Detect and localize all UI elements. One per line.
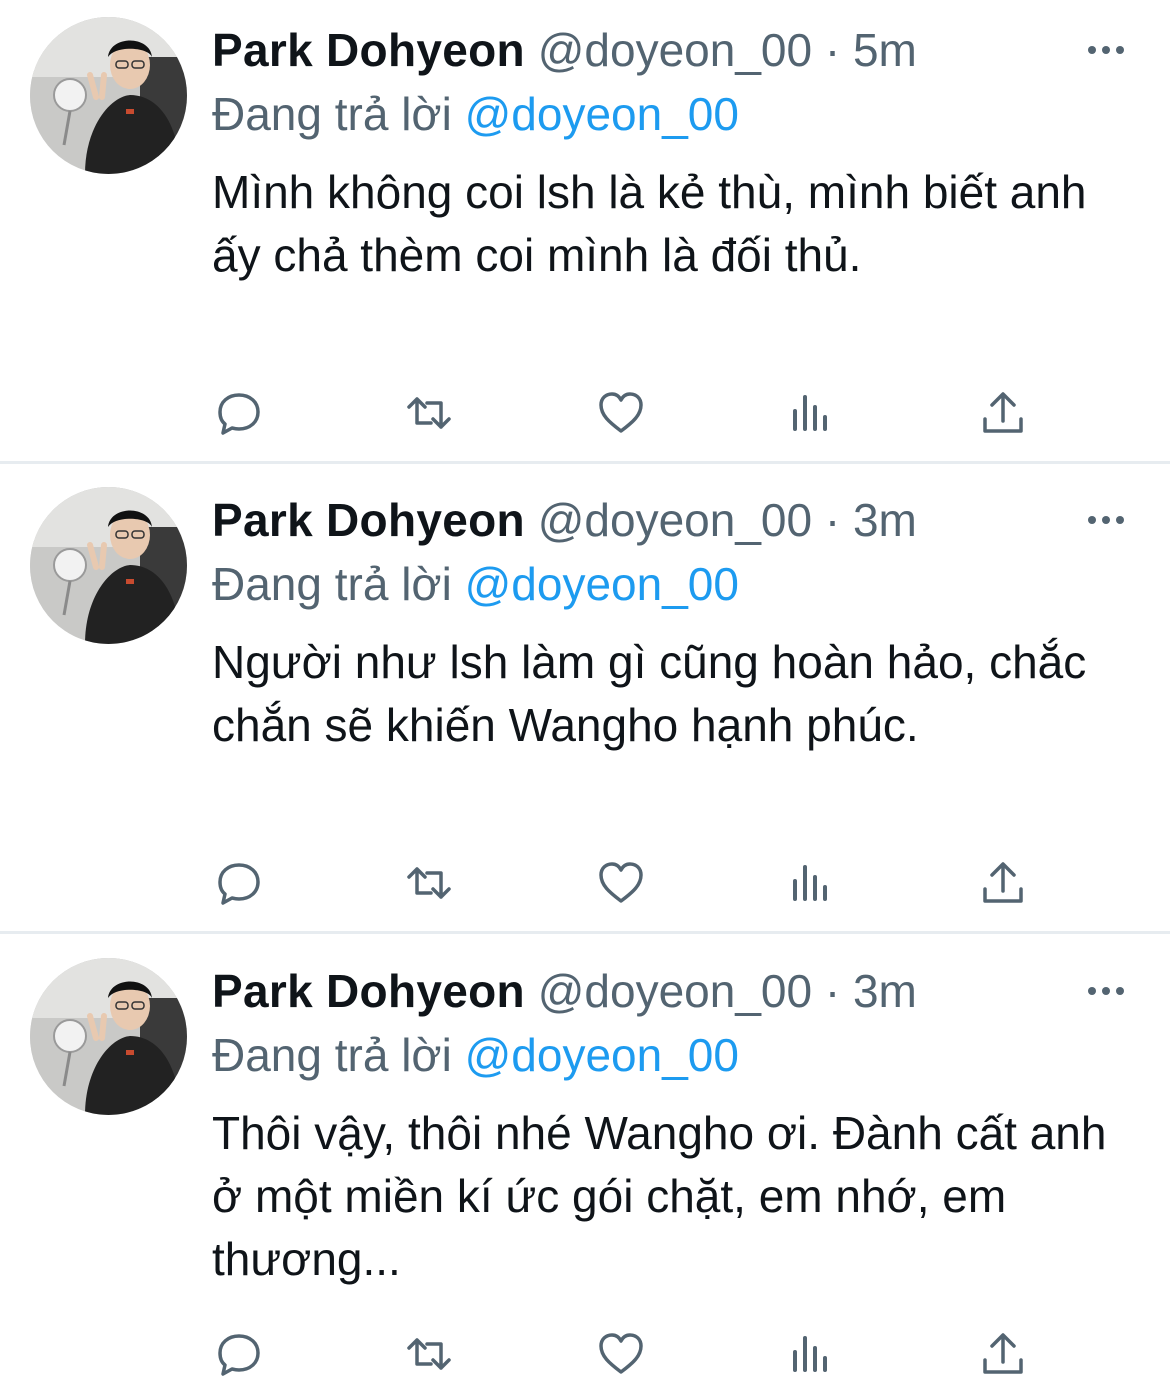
tweet-actions	[212, 856, 1052, 912]
author-handle[interactable]: @doyeon_00	[538, 965, 812, 1017]
analytics-bars-icon	[793, 865, 827, 901]
more-options-button[interactable]	[1086, 981, 1126, 1001]
avatar[interactable]	[30, 17, 187, 174]
more-options-button[interactable]	[1086, 510, 1126, 530]
reply-button[interactable]	[212, 386, 266, 440]
reply-bubble-icon	[218, 393, 260, 435]
like-button[interactable]	[594, 856, 648, 910]
more-dots-icon	[1088, 46, 1124, 54]
replying-to-line: Đang trả lời @doyeon_00	[212, 1027, 739, 1083]
reply-bubble-icon	[218, 863, 260, 905]
replying-prefix: Đang trả lời	[212, 558, 452, 610]
replying-to-mention[interactable]: @doyeon_00	[465, 1029, 739, 1081]
share-button[interactable]	[976, 1327, 1030, 1381]
retweet-button[interactable]	[402, 386, 456, 440]
reply-button[interactable]	[212, 856, 266, 910]
analytics-bars-icon	[793, 1336, 827, 1372]
tweet-thread: Park Dohyeon @doyeon_00 · 5m Đang trả lờ…	[0, 0, 1170, 1387]
heart-icon	[599, 1333, 643, 1374]
replying-prefix: Đang trả lời	[212, 1029, 452, 1081]
share-upload-icon	[983, 862, 1023, 903]
retweet-button[interactable]	[402, 1327, 456, 1381]
retweet-icon	[407, 397, 451, 429]
analytics-button[interactable]	[784, 856, 838, 910]
author-name[interactable]: Park Dohyeon	[212, 965, 525, 1017]
replying-to-mention[interactable]: @doyeon_00	[465, 88, 739, 140]
author-name[interactable]: Park Dohyeon	[212, 24, 525, 76]
replying-to-mention[interactable]: @doyeon_00	[465, 558, 739, 610]
timestamp[interactable]: 5m	[853, 24, 917, 76]
retweet-icon	[407, 1338, 451, 1370]
replying-prefix: Đang trả lời	[212, 88, 452, 140]
tweet-1[interactable]: Park Dohyeon @doyeon_00 · 5m Đang trả lờ…	[0, 0, 1170, 464]
tweet-3[interactable]: Park Dohyeon @doyeon_00 · 3m Đang trả lờ…	[0, 941, 1170, 1387]
author-name[interactable]: Park Dohyeon	[212, 494, 525, 546]
more-options-button[interactable]	[1086, 40, 1126, 60]
timestamp[interactable]: 3m	[853, 965, 917, 1017]
separator-dot: ·	[824, 494, 841, 546]
heart-icon	[599, 392, 643, 433]
tweet-text: Người như lsh làm gì cũng hoàn hảo, chắc…	[212, 636, 1087, 751]
tweet-header: Park Dohyeon @doyeon_00 · 3m	[212, 963, 917, 1019]
retweet-button[interactable]	[402, 856, 456, 910]
tweet-actions	[212, 386, 1052, 442]
more-dots-icon	[1088, 516, 1124, 524]
author-handle[interactable]: @doyeon_00	[538, 494, 812, 546]
analytics-bars-icon	[793, 395, 827, 431]
reply-button[interactable]	[212, 1327, 266, 1381]
heart-icon	[599, 862, 643, 903]
replying-to-line: Đang trả lời @doyeon_00	[212, 86, 739, 142]
tweet-header: Park Dohyeon @doyeon_00 · 3m	[212, 492, 917, 548]
like-button[interactable]	[594, 386, 648, 440]
replying-to-line: Đang trả lời @doyeon_00	[212, 556, 739, 612]
like-button[interactable]	[594, 1327, 648, 1381]
separator-dot: ·	[824, 24, 841, 76]
share-upload-icon	[983, 392, 1023, 433]
tweet-text: Thôi vậy, thôi nhé Wangho ơi. Đành cất a…	[212, 1107, 1107, 1285]
separator-dot: ·	[824, 965, 841, 1017]
avatar[interactable]	[30, 487, 187, 644]
share-button[interactable]	[976, 386, 1030, 440]
tweet-text: Mình không coi lsh là kẻ thù, mình biết …	[212, 166, 1087, 281]
tweet-header: Park Dohyeon @doyeon_00 · 5m	[212, 22, 917, 78]
retweet-icon	[407, 867, 451, 899]
tweet-2[interactable]: Park Dohyeon @doyeon_00 · 3m Đang trả lờ…	[0, 470, 1170, 934]
reply-bubble-icon	[218, 1334, 260, 1376]
share-button[interactable]	[976, 856, 1030, 910]
analytics-button[interactable]	[784, 386, 838, 440]
avatar[interactable]	[30, 958, 187, 1115]
share-upload-icon	[983, 1333, 1023, 1374]
tweet-actions	[212, 1327, 1052, 1383]
timestamp[interactable]: 3m	[853, 494, 917, 546]
analytics-button[interactable]	[784, 1327, 838, 1381]
author-handle[interactable]: @doyeon_00	[538, 24, 812, 76]
more-dots-icon	[1088, 987, 1124, 995]
